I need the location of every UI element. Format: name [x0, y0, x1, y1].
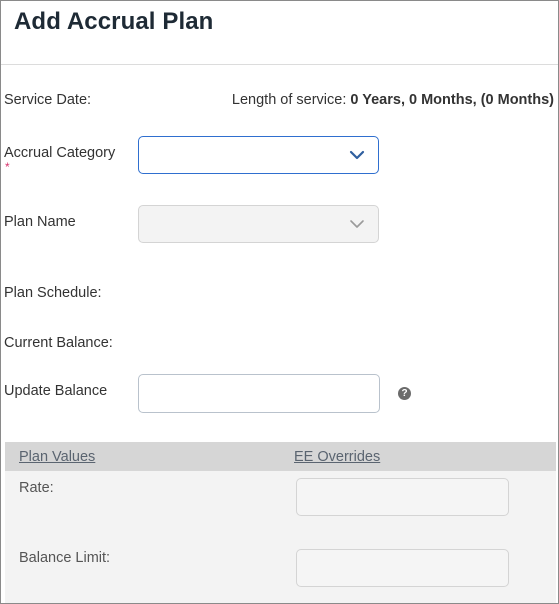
accrual-category-select[interactable]	[138, 136, 379, 174]
plan-name-select[interactable]	[138, 205, 379, 243]
length-of-service-value: 0 Years, 0 Months, (0 Months)	[350, 92, 554, 108]
balance-limit-override-input[interactable]	[296, 549, 509, 587]
rate-label: Rate:	[19, 480, 54, 496]
service-date-label: Service Date:	[4, 92, 92, 108]
title-divider	[1, 64, 558, 65]
dialog-title: Add Accrual Plan	[14, 8, 214, 35]
help-icon[interactable]: ?	[398, 387, 411, 400]
current-balance-label: Current Balance:	[4, 335, 113, 351]
plan-values-column[interactable]: Plan Values	[19, 449, 95, 465]
required-marker: *	[5, 160, 10, 174]
accrual-category-label: Accrual Category	[4, 145, 116, 161]
rate-override-input[interactable]	[296, 478, 509, 516]
overrides-header: Plan Values EE Overrides	[5, 442, 556, 471]
length-of-service-label: Length of service:	[231, 92, 347, 108]
balance-limit-label: Balance Limit:	[19, 550, 111, 566]
ee-overrides-column[interactable]: EE Overrides	[294, 449, 380, 465]
dialog: Add Accrual Plan Service Date: Length of…	[0, 0, 559, 604]
plan-schedule-label: Plan Schedule:	[4, 285, 102, 301]
chevron-down-icon	[350, 220, 364, 228]
overrides-panel: Plan Values EE Overrides Rate: Balance L…	[5, 442, 556, 603]
chevron-down-icon	[349, 150, 365, 160]
length-of-service: Length of service: 0 Years, 0 Months, (0…	[232, 92, 554, 108]
update-balance-label: Update Balance	[4, 383, 108, 399]
plan-name-label: Plan Name	[4, 214, 76, 230]
update-balance-input[interactable]	[138, 374, 380, 413]
